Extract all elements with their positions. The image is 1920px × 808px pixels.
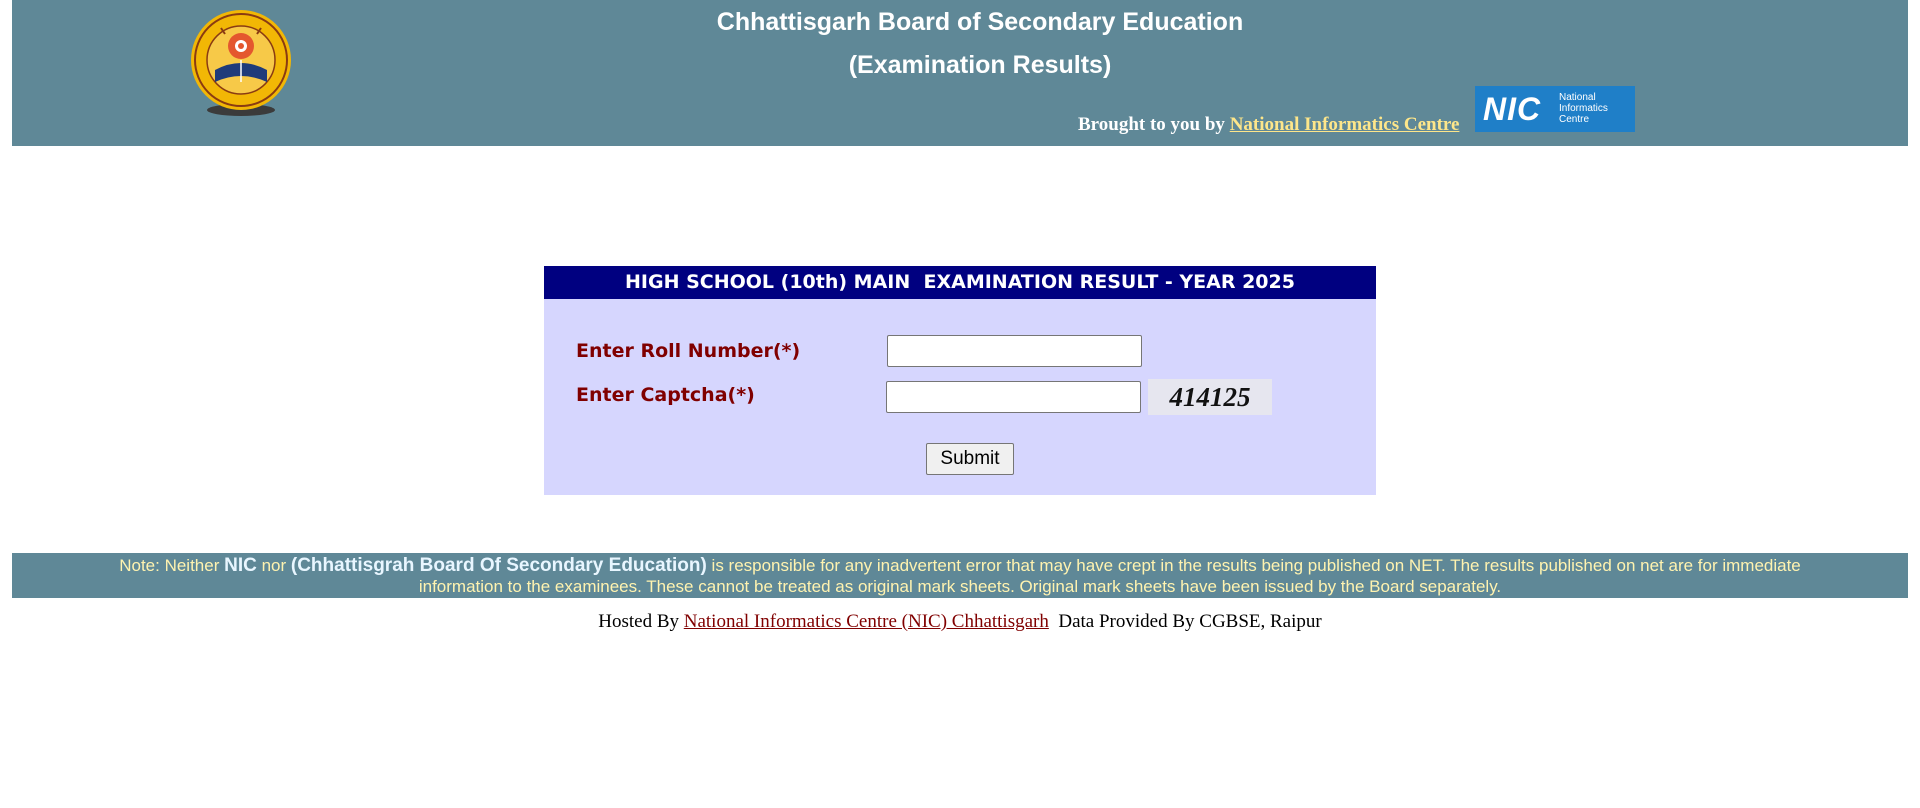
nic-logo-mark: NIC [1483,91,1542,127]
nic-logo-line2: Informatics [1559,103,1608,114]
note-board: (Chhattisgrah Board Of Secondary Educati… [290,555,707,576]
nic-logo-text: National Informatics Centre [1559,92,1608,125]
note-nic: NIC [224,555,257,576]
data-provided-text: Data Provided By CGBSE, Raipur [1048,611,1322,632]
note-text-2: nor [256,556,291,575]
nic-logo-line3: Centre [1559,114,1590,125]
nic-logo[interactable]: NIC National Informatics Centre [1475,86,1635,132]
captcha-label: Enter Captcha(*) [576,384,755,406]
nic-chhattisgarh-link[interactable]: National Informatics Centre (NIC) Chhatt… [684,611,1049,632]
form-heading: HIGH SCHOOL (10th) MAIN EXAMINATION RESU… [544,266,1376,299]
hosted-by-prefix: Hosted By [598,611,684,632]
roll-number-input[interactable] [887,335,1142,367]
brought-by-text: Brought to you by National Informatics C… [1078,114,1459,136]
captcha-image: 414125 [1148,379,1272,415]
nic-link[interactable]: National Informatics Centre [1230,114,1460,135]
page-subtitle: (Examination Results) [848,51,1112,79]
brought-by-prefix: Brought to you by [1078,114,1230,135]
roll-number-label: Enter Roll Number(*) [576,340,801,362]
nic-logo-line1: National [1559,92,1596,103]
board-title: Chhattisgarh Board of Secondary Educatio… [716,8,1244,36]
header-bar: Chhattisgarh Board of Secondary Educatio… [12,0,1908,146]
result-form: HIGH SCHOOL (10th) MAIN EXAMINATION RESU… [544,266,1376,495]
submit-button[interactable]: Submit [926,443,1014,475]
footer: Hosted By National Informatics Centre (N… [0,611,1920,633]
page: Chhattisgarh Board of Secondary Educatio… [0,0,1920,808]
disclaimer-note: Note: Neither NIC nor (Chhattisgrah Boar… [12,553,1908,598]
note-text-1: Note: Neither [119,556,225,575]
captcha-input[interactable] [886,381,1141,413]
